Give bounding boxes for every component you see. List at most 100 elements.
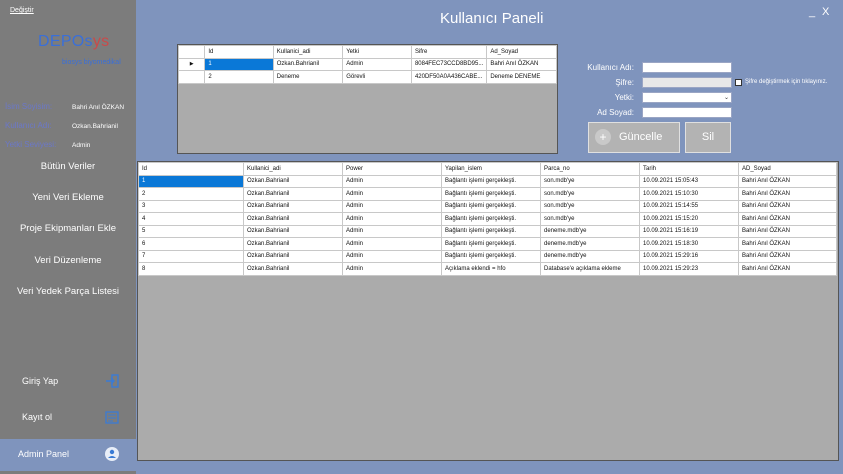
menu-project-equipment[interactable]: Proje Ekipmanları Ekle <box>0 218 136 240</box>
cell[interactable]: 5 <box>138 224 244 238</box>
cell[interactable]: 420DF50A0A436CABE... <box>410 70 488 84</box>
users-col-username[interactable]: Kullanici_adi <box>272 45 344 59</box>
fullname-field[interactable] <box>642 107 732 118</box>
cell[interactable]: 3 <box>138 199 244 213</box>
cell[interactable]: son.mdb'ye <box>540 212 640 226</box>
table-row[interactable]: 6 Ozkan.Bahrianil Admin Bağlantı işlemi … <box>138 237 837 251</box>
log-col-username[interactable]: Kullanici_adi <box>243 162 343 176</box>
cell[interactable]: 10.09.2021 15:05:43 <box>639 174 739 188</box>
cell[interactable]: Bahri Anıl ÖZKAN <box>486 57 557 71</box>
cell[interactable]: Bahri Anıl ÖZKAN <box>738 224 837 238</box>
cell[interactable]: Bağlantı işlemi gerçekleşti. <box>441 237 541 251</box>
password-field[interactable] <box>642 77 732 88</box>
log-grid[interactable]: Id Kullanici_adi Power Yapilan_islem Par… <box>137 161 839 461</box>
menu-edit-data[interactable]: Veri Düzenleme <box>0 250 136 272</box>
menu-new-data[interactable]: Yeni Veri Ekleme <box>0 187 136 209</box>
menu-all-data[interactable]: Bütün Veriler <box>0 156 136 178</box>
cell[interactable]: Bağlantı işlemi gerçekleşti. <box>441 187 541 201</box>
cell[interactable]: 2 <box>204 70 274 84</box>
users-col-role[interactable]: Yetki <box>342 45 412 59</box>
users-col-id[interactable]: Id <box>204 45 274 59</box>
admin-panel-button[interactable]: Admin Panel <box>0 439 136 471</box>
cell[interactable]: Bağlantı işlemi gerçekleşti. <box>441 174 541 188</box>
users-col-password[interactable]: Sifre <box>410 45 488 59</box>
cell[interactable]: Admin <box>342 174 442 188</box>
cell[interactable]: Deneme <box>272 70 344 84</box>
delete-button[interactable]: Sil <box>685 122 731 153</box>
cell[interactable]: son.mdb'ye <box>540 174 640 188</box>
cell[interactable]: Ozkan.Bahrianil <box>243 199 343 213</box>
cell[interactable]: 1 <box>204 57 274 71</box>
cell[interactable]: Bahri Anıl ÖZKAN <box>738 212 837 226</box>
change-link[interactable]: Değiştir <box>10 7 34 14</box>
close-button[interactable]: X <box>822 6 829 18</box>
cell[interactable]: Admin <box>342 249 442 263</box>
cell[interactable]: Bahri Anıl ÖZKAN <box>738 237 837 251</box>
cell[interactable]: son.mdb'ye <box>540 199 640 213</box>
cell[interactable]: 8084FEC73CCD8BD95... <box>410 57 488 71</box>
cell[interactable]: Admin <box>342 199 442 213</box>
cell[interactable]: 10.09.2021 15:18:30 <box>639 237 739 251</box>
cell[interactable]: Ozkan.Bahrianil <box>243 262 343 276</box>
role-select[interactable]: ⌄ <box>642 92 732 103</box>
cell[interactable]: Deneme DENEME <box>486 70 557 84</box>
login-button[interactable]: Giriş Yap <box>0 366 136 398</box>
log-col-part-no[interactable]: Parca_no <box>540 162 640 176</box>
menu-spare-parts[interactable]: Veri Yedek Parça Listesi <box>0 281 136 303</box>
cell[interactable]: Bahri Anıl ÖZKAN <box>738 199 837 213</box>
table-row[interactable]: 3 Ozkan.Bahrianil Admin Bağlantı işlemi … <box>138 199 837 213</box>
cell[interactable]: Bağlantı işlemi gerçekleşti. <box>441 212 541 226</box>
cell[interactable]: 8 <box>138 262 244 276</box>
table-row[interactable]: 7 Ozkan.Bahrianil Admin Bağlantı işlemi … <box>138 249 837 263</box>
cell[interactable]: Bağlantı işlemi gerçekleşti. <box>441 224 541 238</box>
table-row[interactable]: 2 Ozkan.Bahrianil Admin Bağlantı işlemi … <box>138 187 837 201</box>
cell[interactable]: 10.09.2021 15:16:19 <box>639 224 739 238</box>
cell[interactable]: 2 <box>138 187 244 201</box>
cell[interactable]: Ozkan.Bahrianil <box>243 249 343 263</box>
cell[interactable]: Ozkan.Bahrianil <box>243 224 343 238</box>
cell[interactable]: 10.09.2021 15:10:30 <box>639 187 739 201</box>
register-button[interactable]: Kayıt ol <box>0 402 136 434</box>
cell[interactable]: Bahri Anıl ÖZKAN <box>738 174 837 188</box>
cell[interactable]: Bağlantı işlemi gerçekleşti. <box>441 249 541 263</box>
cell[interactable]: Database'e açıklama ekleme <box>540 262 640 276</box>
cell[interactable]: Admin <box>342 224 442 238</box>
cell[interactable]: Admin <box>342 237 442 251</box>
change-password-checkbox[interactable] <box>735 79 742 86</box>
cell[interactable]: Ozkan.Bahrianil <box>272 57 344 71</box>
cell[interactable]: Ozkan.Bahrianil <box>243 174 343 188</box>
users-col-fullname[interactable]: Ad_Soyad <box>486 45 557 59</box>
update-button[interactable]: + Güncelle <box>588 122 680 153</box>
cell[interactable]: 6 <box>138 237 244 251</box>
cell[interactable]: 1 <box>138 174 244 188</box>
log-col-id[interactable]: Id <box>138 162 244 176</box>
cell[interactable]: 10.09.2021 15:29:16 <box>639 249 739 263</box>
table-row[interactable]: 1 Ozkan.Bahrianil Admin Bağlantı işlemi … <box>138 174 837 188</box>
cell[interactable]: Admin <box>342 57 412 71</box>
table-row[interactable]: 8 Ozkan.Bahrianil Admin Açıklama eklendi… <box>138 262 837 276</box>
log-col-power[interactable]: Power <box>342 162 442 176</box>
cell[interactable]: son.mdb'ye <box>540 187 640 201</box>
cell[interactable]: 10.09.2021 15:29:23 <box>639 262 739 276</box>
cell[interactable]: Açıklama eklendi = hfo <box>441 262 541 276</box>
users-grid[interactable]: Id Kullanici_adi Yetki Sifre Ad_Soyad ▶ … <box>177 44 558 154</box>
cell[interactable]: Bağlantı işlemi gerçekleşti. <box>441 199 541 213</box>
cell[interactable]: 10.09.2021 15:14:55 <box>639 199 739 213</box>
log-col-date[interactable]: Tarih <box>639 162 739 176</box>
cell[interactable]: Bahri Anıl ÖZKAN <box>738 249 837 263</box>
change-password-label[interactable]: Şifre değiştirmek için tıklayınız. <box>745 79 827 85</box>
table-row[interactable]: ▶ 1 Ozkan.Bahrianil Admin 8084FEC73CCD8B… <box>178 57 557 71</box>
table-row[interactable]: 5 Ozkan.Bahrianil Admin Bağlantı işlemi … <box>138 224 837 238</box>
cell[interactable]: Ozkan.Bahrianil <box>243 212 343 226</box>
minimize-button[interactable]: _ <box>809 6 815 18</box>
table-row[interactable]: 4 Ozkan.Bahrianil Admin Bağlantı işlemi … <box>138 212 837 226</box>
cell[interactable]: Admin <box>342 262 442 276</box>
cell[interactable]: Ozkan.Bahrianil <box>243 187 343 201</box>
table-row[interactable]: 2 Deneme Görevli 420DF50A0A436CABE... De… <box>178 70 557 84</box>
cell[interactable]: 7 <box>138 249 244 263</box>
cell[interactable]: 10.09.2021 15:15:20 <box>639 212 739 226</box>
cell[interactable]: 4 <box>138 212 244 226</box>
cell[interactable]: Görevli <box>342 70 412 84</box>
cell[interactable]: Admin <box>342 212 442 226</box>
cell[interactable]: deneme.mdb'ye <box>540 224 640 238</box>
